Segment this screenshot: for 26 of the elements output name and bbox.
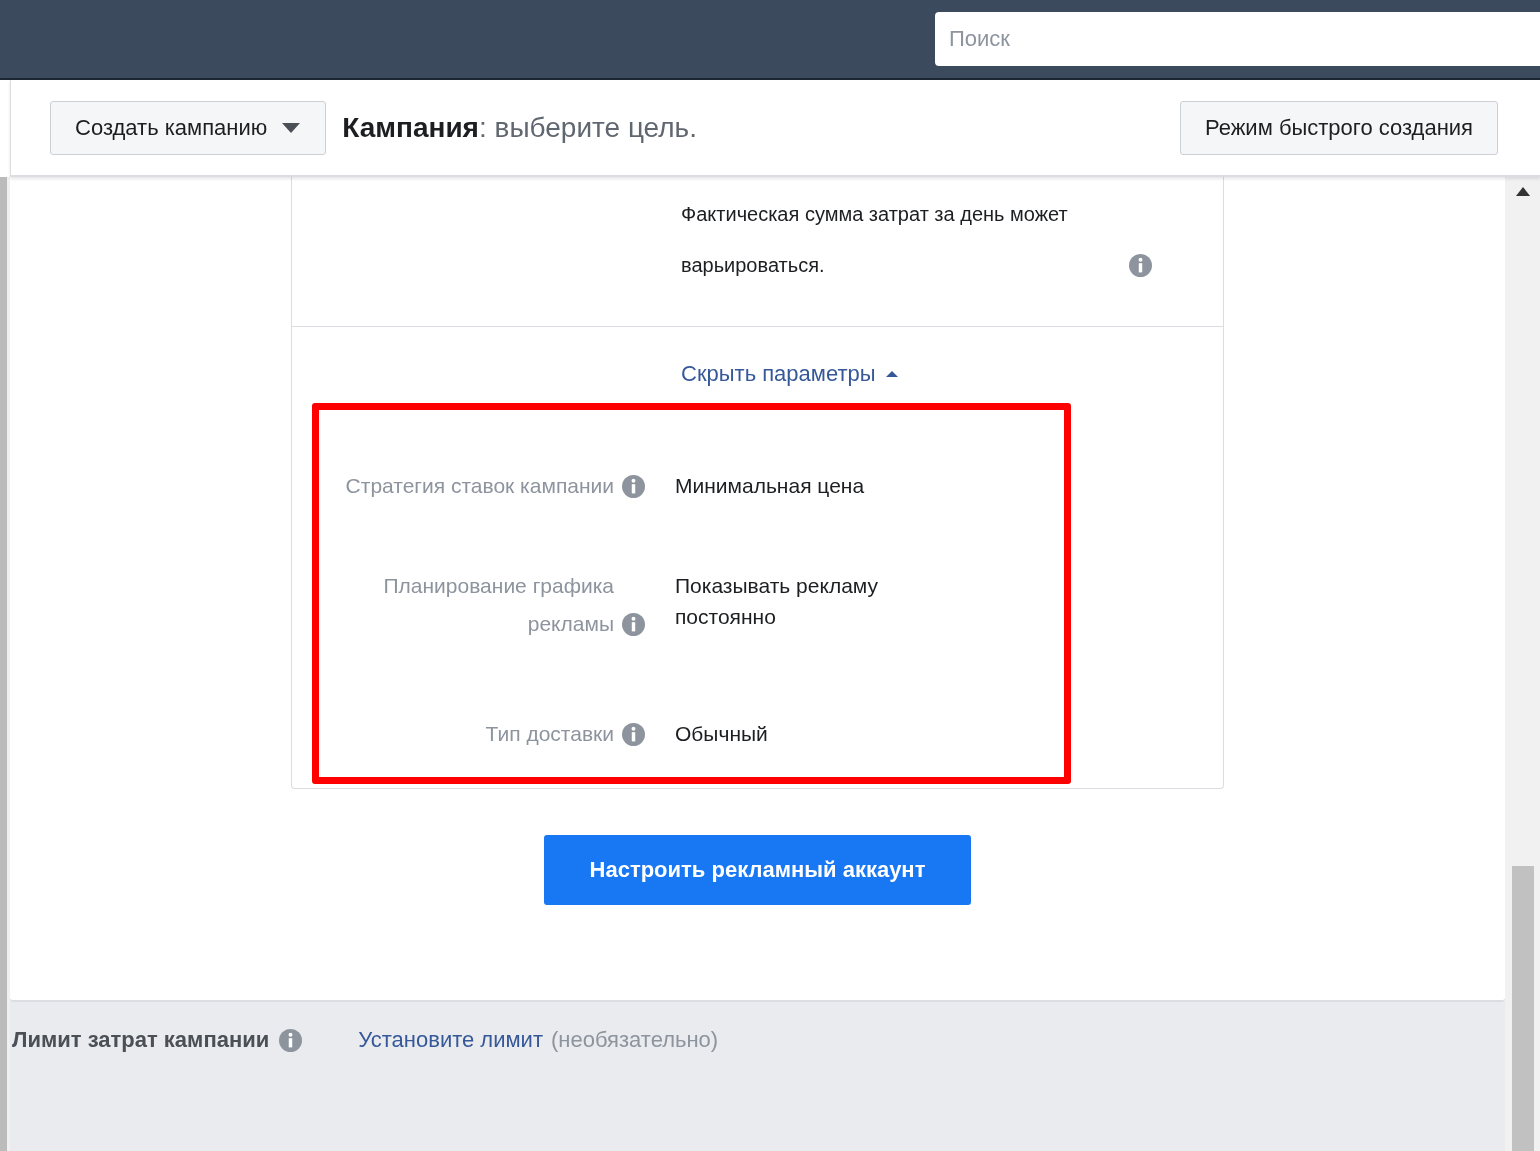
optional-hint: (необязательно) xyxy=(551,1027,719,1053)
setting-value: Минимальная цена xyxy=(675,473,866,499)
setting-value: Обычный xyxy=(675,721,769,747)
setup-ad-account-button[interactable]: Настроить рекламный аккаунт xyxy=(544,835,971,905)
caret-icon xyxy=(885,370,898,378)
info-icon[interactable] xyxy=(622,475,645,498)
search-field[interactable]: Поиск xyxy=(935,12,1540,66)
scroll-thumb[interactable] xyxy=(1511,866,1534,1151)
budget-note: Фактическая сумма затрат за день может варьироваться. xyxy=(681,202,1069,278)
setting-value: Показывать рекламу постоянно xyxy=(675,573,879,630)
caret-icon xyxy=(281,121,302,134)
info-icon[interactable] xyxy=(279,1028,303,1052)
setting-label: Планирование графика рекламы xyxy=(382,573,614,637)
setting-label: Тип доставки xyxy=(485,721,614,747)
scroll-up-arrow-icon[interactable] xyxy=(1515,187,1530,196)
info-icon[interactable] xyxy=(1129,254,1152,277)
create-campaign-button[interactable]: Создать кампанию xyxy=(50,100,327,155)
scrollbar[interactable] xyxy=(1505,177,1540,1151)
quick-mode-button[interactable]: Режим быстрого создания xyxy=(1179,100,1498,155)
spend-limit-label: Лимит затрат кампании xyxy=(12,1027,270,1053)
setting-label: Стратегия ставок кампании xyxy=(345,473,614,499)
hide-options-link[interactable]: Скрыть параметры xyxy=(681,361,898,387)
info-icon[interactable] xyxy=(622,723,645,746)
page-title: Кампания: выберите цель. xyxy=(342,111,698,144)
info-icon[interactable] xyxy=(622,613,645,636)
set-limit-link[interactable]: Установите лимит xyxy=(358,1027,543,1053)
